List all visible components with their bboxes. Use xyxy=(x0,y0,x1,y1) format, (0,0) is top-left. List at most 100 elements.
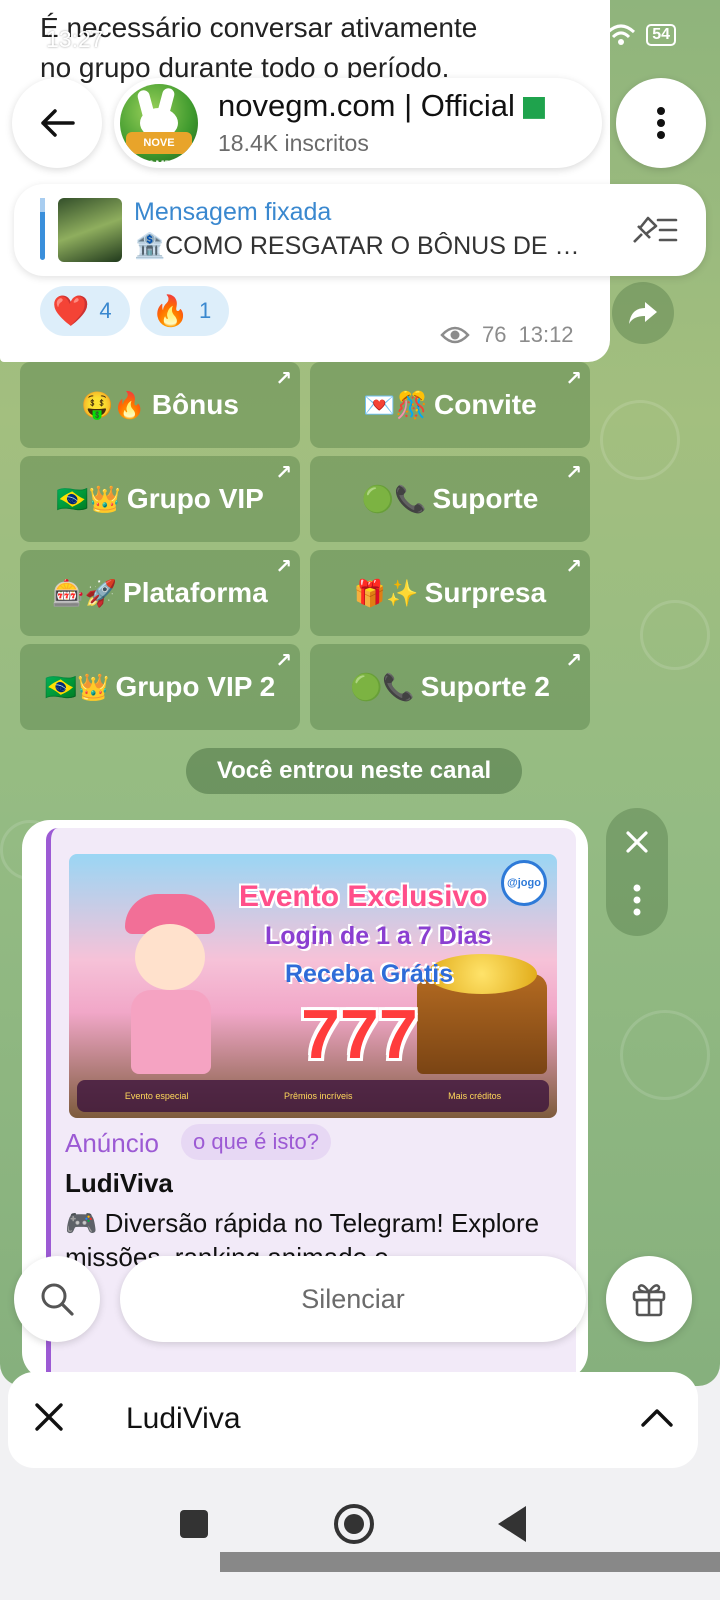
kb-button-label: Suporte xyxy=(432,483,539,514)
fire-emoji: 🔥 xyxy=(151,294,189,328)
ad-image-footer: Evento especial Prêmios incríveis Mais c… xyxy=(77,1080,549,1112)
system-back-button[interactable] xyxy=(498,1506,526,1542)
ad-image-line1: Login de 1 a 7 Dias xyxy=(265,922,492,950)
kb-button-emoji: 🎰🚀 xyxy=(52,577,118,608)
kb-button-label: Surpresa xyxy=(424,577,547,608)
kb-button-plataforma[interactable]: 🎰🚀 Plataforma ↗ xyxy=(20,550,300,636)
subscriber-count: 18.4K inscritos xyxy=(218,130,369,156)
reaction-count: 4 xyxy=(99,298,112,323)
search-button[interactable] xyxy=(14,1256,100,1342)
ad-footer-item: Mais créditos xyxy=(448,1091,502,1101)
kb-button-surpresa[interactable]: 🎁✨ Surpresa ↗ xyxy=(310,550,590,636)
kb-button-emoji: 🟢📞 xyxy=(350,671,415,702)
forward-button[interactable] xyxy=(612,282,674,344)
status-time: 13:27 xyxy=(46,26,104,52)
ad-sponsor-name: LudiViva xyxy=(65,1168,173,1198)
signal-icon xyxy=(564,24,597,46)
ad-image-number: 777 xyxy=(301,995,418,1073)
flag-icon xyxy=(522,96,545,119)
channel-avatar[interactable]: NOVE GAMES xyxy=(120,84,198,162)
ad-image[interactable]: Evento Exclusivo Login de 1 a 7 Dias Rec… xyxy=(69,854,557,1118)
chevron-up-icon xyxy=(641,1409,673,1427)
close-icon xyxy=(35,1403,63,1431)
pinned-thumbnail xyxy=(58,198,122,262)
ad-close-button[interactable] xyxy=(606,814,668,870)
external-link-icon: ↗ xyxy=(565,556,582,578)
avatar-logo: NOVE GAMES xyxy=(126,132,192,162)
gesture-bar xyxy=(220,1552,720,1572)
message-time: 13:12 xyxy=(518,322,574,347)
mini-app-expand-button[interactable] xyxy=(640,1406,674,1433)
channel-header[interactable]: NOVE GAMES novegm.com | Official 18.4K i… xyxy=(114,78,602,168)
forward-icon xyxy=(629,302,657,324)
system-navigation-bar xyxy=(0,1484,720,1600)
reaction-fire[interactable]: 🔥 1 xyxy=(139,286,230,336)
battery-icon: 54 xyxy=(646,24,676,46)
kb-button-label: Grupo VIP 2 xyxy=(115,671,276,702)
ad-image-line2: Receba Grátis xyxy=(285,960,454,988)
pin-list-icon xyxy=(633,216,678,243)
more-vertical-icon xyxy=(633,884,641,916)
reactions-row: ❤️ 4 🔥 1 xyxy=(40,286,230,336)
external-link-icon: ↗ xyxy=(565,368,582,390)
external-link-icon: ↗ xyxy=(275,368,292,390)
pinned-text: 🏦COMO RESGATAR O BÔNUS DE 3... xyxy=(134,232,584,260)
mini-app-close-button[interactable] xyxy=(32,1400,66,1439)
ad-image-title: Evento Exclusivo xyxy=(239,880,488,913)
reaction-heart[interactable]: ❤️ 4 xyxy=(40,286,130,336)
kb-button-convite[interactable]: 💌🎊 Convite ↗ xyxy=(310,362,590,448)
view-count: 76 xyxy=(482,322,507,347)
gift-button[interactable] xyxy=(606,1256,692,1342)
status-icons: 54 xyxy=(564,24,676,46)
pinned-message-bar[interactable]: Mensagem fixada 🏦COMO RESGATAR O BÔNUS D… xyxy=(14,184,706,276)
kb-button-label: Convite xyxy=(434,389,537,420)
eye-icon xyxy=(440,326,470,344)
channel-title: novegm.com | Official xyxy=(218,88,545,124)
what-is-this-button[interactable]: o que é isto? xyxy=(181,1124,331,1160)
background-doodle xyxy=(640,600,710,670)
kb-button-grupo-vip-2[interactable]: 🇧🇷👑 Grupo VIP 2 ↗ xyxy=(20,644,300,730)
reaction-count: 1 xyxy=(198,298,212,323)
mute-button[interactable]: Silenciar xyxy=(120,1256,586,1342)
kb-button-emoji: 💌🎊 xyxy=(363,389,429,420)
pinned-indicator xyxy=(40,198,45,260)
external-link-icon: ↗ xyxy=(565,462,582,484)
arrow-left-icon xyxy=(41,109,75,137)
more-vertical-icon xyxy=(657,107,665,139)
back-button[interactable] xyxy=(12,78,102,168)
status-bar: 13:27 54 xyxy=(0,22,720,56)
ad-label: Anúncio xyxy=(65,1128,159,1158)
external-link-icon: ↗ xyxy=(275,462,292,484)
kb-button-grupo-vip[interactable]: 🇧🇷👑 Grupo VIP ↗ xyxy=(20,456,300,542)
search-icon xyxy=(41,1283,74,1316)
kb-button-emoji: 🎁✨ xyxy=(353,577,419,608)
mini-app-name: LudiViva xyxy=(126,1402,241,1435)
background-doodle xyxy=(600,400,680,480)
joined-channel-notice: Você entrou neste canal xyxy=(186,748,522,794)
close-icon xyxy=(626,831,648,853)
kb-button-emoji: 🟢📞 xyxy=(361,483,427,514)
kb-button-suporte-2[interactable]: 🟢📞 Suporte 2 ↗ xyxy=(310,644,590,730)
channel-title-text: novegm.com | Official xyxy=(218,88,515,123)
kb-button-emoji: 🤑🔥 xyxy=(81,389,146,420)
external-link-icon: ↗ xyxy=(565,650,582,672)
wifi-icon xyxy=(607,24,636,45)
kb-button-label: Bônus xyxy=(151,389,239,420)
more-menu-button[interactable] xyxy=(616,78,706,168)
recents-button[interactable] xyxy=(180,1510,208,1538)
ad-footer-item: Prêmios incríveis xyxy=(284,1091,353,1101)
external-link-icon: ↗ xyxy=(275,556,292,578)
kb-button-bonus[interactable]: 🤑🔥 Bônus ↗ xyxy=(20,362,300,448)
pinned-list-button[interactable] xyxy=(630,212,680,251)
kb-button-label: Grupo VIP xyxy=(126,483,264,514)
kb-button-emoji: 🇧🇷👑 xyxy=(44,671,110,702)
ad-more-button[interactable] xyxy=(606,872,668,928)
kb-button-label: Suporte 2 xyxy=(420,671,550,702)
gift-icon xyxy=(632,1284,666,1317)
mini-app-panel: LudiViva xyxy=(8,1372,698,1468)
kb-button-suporte[interactable]: 🟢📞 Suporte ↗ xyxy=(310,456,590,542)
heart-emoji: ❤️ xyxy=(52,294,90,328)
ad-actions xyxy=(606,808,668,936)
background-doodle xyxy=(620,1010,710,1100)
home-button[interactable] xyxy=(334,1504,374,1544)
